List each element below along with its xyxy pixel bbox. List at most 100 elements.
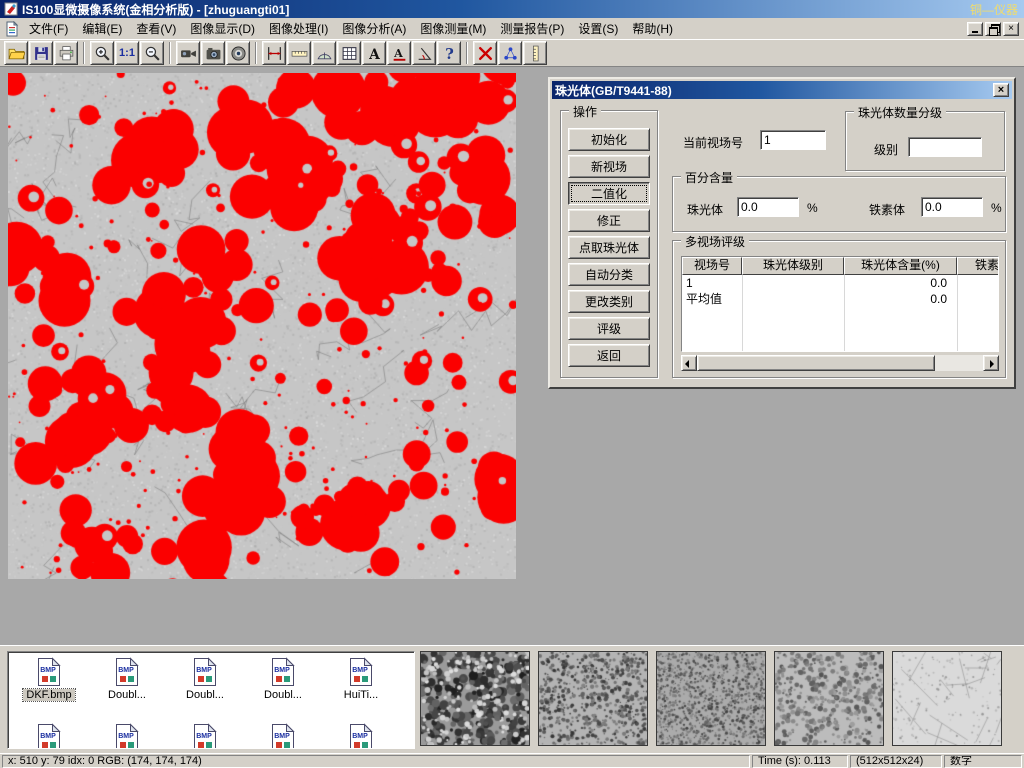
bmp-file-icon: BMP: [193, 657, 217, 687]
status-image-size: (512x512x24): [850, 755, 942, 768]
op-button-1[interactable]: 新视场: [568, 155, 650, 178]
table-header-2[interactable]: 珠光体含量(%): [844, 257, 957, 275]
op-button-3[interactable]: 修正: [568, 209, 650, 232]
scrollbar-thumb[interactable]: [697, 355, 935, 371]
scrollbar-track[interactable]: [935, 355, 983, 371]
menu-item-8[interactable]: 设置(S): [571, 17, 625, 40]
thumbnail-5[interactable]: [892, 651, 1002, 746]
toolbar-separator: [169, 42, 171, 64]
op-button-2[interactable]: 二值化: [568, 182, 650, 205]
zoom-out-button[interactable]: [140, 41, 164, 65]
menu-item-1[interactable]: 编辑(E): [75, 17, 129, 40]
titlebar[interactable]: IS100显微摄像系统(金相分析版) - [zhuguangti01] 铜—仪器: [0, 0, 1024, 18]
mdi-minimize-button[interactable]: [967, 22, 983, 36]
op-button-4[interactable]: 点取珠光体: [568, 236, 650, 259]
scale-ruler-button[interactable]: [523, 41, 547, 65]
status-coordinates: x: 510 y: 79 idx: 0 RGB: (174, 174, 174): [2, 755, 750, 768]
open-button[interactable]: [4, 41, 28, 65]
svg-text:BMP: BMP: [118, 667, 134, 674]
bmp-file-icon: BMP: [37, 723, 61, 749]
op-button-6[interactable]: 更改类别: [568, 290, 650, 313]
minimize-icon: [972, 31, 978, 33]
file-item[interactable]: BMP Doubl...: [88, 657, 166, 717]
dialog-close-button[interactable]: ×: [993, 83, 1009, 97]
menu-item-4[interactable]: 图像处理(I): [262, 17, 335, 40]
multifield-group: 多视场评级 视场号珠光体级别珠光体含量(%)铁素 10.0平均值0.0: [672, 240, 1006, 378]
help-button[interactable]: ?: [437, 41, 461, 65]
measure-angle-button[interactable]: [412, 41, 436, 65]
titlebar-watermark: 铜—仪器: [970, 1, 1020, 18]
video-capture-button[interactable]: [176, 41, 200, 65]
menu-item-9[interactable]: 帮助(H): [625, 17, 680, 40]
red-cross-icon: [477, 45, 494, 62]
dialog-body: 操作 初始化新视场二值化修正点取珠光体自动分类更改类别评级返回 当前视场号 珠光…: [552, 99, 1012, 385]
pearlite-unit: %: [807, 201, 818, 215]
toolbar: 1:1 AA?: [0, 39, 1024, 67]
operation-group: 操作 初始化新视场二值化修正点取珠光体自动分类更改类别评级返回: [560, 110, 658, 378]
menu-item-6[interactable]: 图像测量(M): [413, 17, 493, 40]
menu-item-3[interactable]: 图像显示(D): [183, 17, 262, 40]
thumbnail-3[interactable]: [656, 651, 766, 746]
metallograph-image[interactable]: [8, 73, 516, 579]
snapshot-button[interactable]: [226, 41, 250, 65]
grid-button[interactable]: [337, 41, 361, 65]
scroll-right-button[interactable]: [983, 355, 999, 371]
rating-table: 视场号珠光体级别珠光体含量(%)铁素 10.0平均值0.0: [681, 256, 999, 352]
menubar: 文件(F)编辑(E)查看(V)图像显示(D)图像处理(I)图像分析(A)图像测量…: [0, 18, 1024, 39]
thumbnail-4[interactable]: [774, 651, 884, 746]
file-item[interactable]: BMP: [166, 723, 244, 749]
table-row[interactable]: 平均值0.0: [682, 291, 998, 307]
mdi-restore-button[interactable]: [985, 22, 1001, 36]
scroll-left-button[interactable]: [681, 355, 697, 371]
level-input[interactable]: [908, 137, 982, 157]
operation-buttons: 初始化新视场二值化修正点取珠光体自动分类更改类别评级返回: [561, 111, 657, 367]
measure-length-button[interactable]: [287, 41, 311, 65]
thumbnail-1[interactable]: [420, 651, 530, 746]
file-item[interactable]: BMPHuiTi...: [322, 657, 400, 717]
file-item[interactable]: BMPDoubl...: [166, 657, 244, 717]
dialog-titlebar[interactable]: 珠光体(GB/T9441-88) ×: [552, 81, 1012, 99]
delete-annotation-button[interactable]: [473, 41, 497, 65]
printer-icon: [58, 45, 75, 62]
file-item[interactable]: BMP DKF.bmp: [10, 657, 88, 717]
restore-icon: [989, 24, 998, 33]
actual-size-button[interactable]: 1:1: [115, 41, 139, 65]
file-item[interactable]: BMPDoubl...: [244, 657, 322, 717]
bmp-file-icon: BMP: [37, 657, 61, 687]
menu-item-5[interactable]: 图像分析(A): [335, 17, 413, 40]
save-button[interactable]: [29, 41, 53, 65]
menu-item-2[interactable]: 查看(V): [129, 17, 183, 40]
file-item[interactable]: BMP: [10, 723, 88, 749]
file-item[interactable]: BMP: [88, 723, 166, 749]
op-button-8[interactable]: 返回: [568, 344, 650, 367]
file-name: Doubl...: [105, 689, 149, 701]
point-count-button[interactable]: [498, 41, 522, 65]
print-button[interactable]: [54, 41, 78, 65]
file-item[interactable]: BMP: [322, 723, 400, 749]
mdi-close-button[interactable]: ×: [1003, 22, 1019, 36]
calibrate-button[interactable]: [262, 41, 286, 65]
menu-item-7[interactable]: 测量报告(P): [493, 17, 571, 40]
table-cell: [742, 275, 844, 291]
menu-items: 文件(F)编辑(E)查看(V)图像显示(D)图像处理(I)图像分析(A)图像测量…: [22, 17, 680, 40]
thumbnail-2[interactable]: [538, 651, 648, 746]
table-header-3[interactable]: 铁素: [957, 257, 999, 275]
menu-item-0[interactable]: 文件(F): [22, 17, 75, 40]
font-style-button[interactable]: A: [387, 41, 411, 65]
pearlite-percent-input[interactable]: [737, 197, 799, 217]
ferrite-percent-input[interactable]: [921, 197, 983, 217]
op-button-0[interactable]: 初始化: [568, 128, 650, 151]
zoom-in-button[interactable]: [90, 41, 114, 65]
table-header-0[interactable]: 视场号: [682, 257, 742, 275]
op-button-5[interactable]: 自动分类: [568, 263, 650, 286]
table-row[interactable]: 10.0: [682, 275, 998, 291]
camera-button[interactable]: [201, 41, 225, 65]
file-item[interactable]: BMP: [244, 723, 322, 749]
floppy-icon: [33, 45, 50, 62]
annotate-text-button[interactable]: A: [362, 41, 386, 65]
file-name: DKF.bmp: [23, 689, 74, 701]
table-header-1[interactable]: 珠光体级别: [742, 257, 844, 275]
current-field-input[interactable]: [760, 130, 826, 150]
measure-tool-button[interactable]: [312, 41, 336, 65]
op-button-7[interactable]: 评级: [568, 317, 650, 340]
